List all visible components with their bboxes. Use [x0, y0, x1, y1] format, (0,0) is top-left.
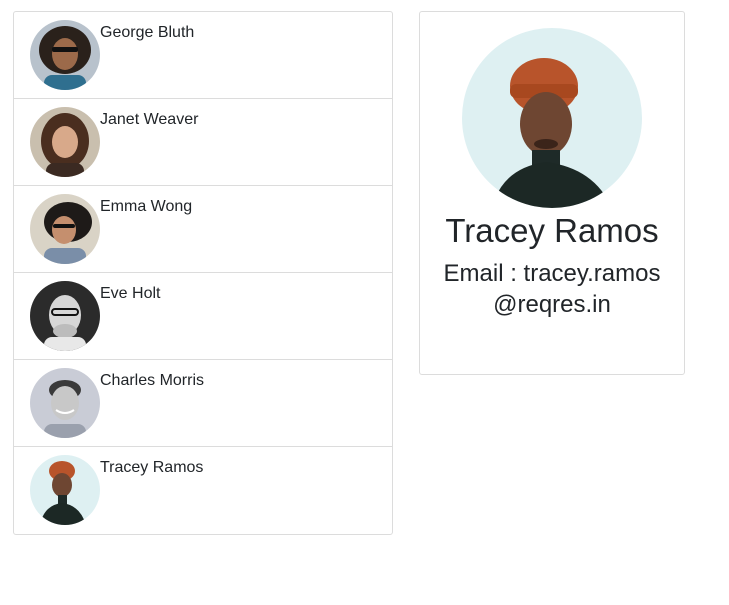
user-list-item-janet-weaver[interactable]: Janet Weaver [14, 99, 392, 186]
user-list-item-tracey-ramos[interactable]: Tracey Ramos [14, 447, 392, 534]
selected-user-email: Email : tracey.ramos@reqres.in [434, 258, 670, 320]
user-detail-card: Tracey Ramos Email : tracey.ramos@reqres… [419, 11, 685, 375]
avatar [30, 194, 100, 264]
email-value: tracey.ramos@reqres.in [493, 260, 661, 318]
avatar [30, 107, 100, 177]
user-name: Janet Weaver [100, 111, 199, 128]
avatar [30, 368, 100, 438]
avatar [462, 28, 642, 208]
user-name: George Bluth [100, 24, 195, 41]
user-list-item-eve-holt[interactable]: Eve Holt [14, 273, 392, 360]
user-list-item-emma-wong[interactable]: Emma Wong [14, 186, 392, 273]
selected-user-name: Tracey Ramos [445, 212, 659, 249]
avatar [30, 281, 100, 351]
avatar [30, 455, 100, 525]
user-list: George Bluth Janet Weaver Emma Wong Eve … [13, 11, 393, 535]
user-name: Emma Wong [100, 198, 193, 215]
user-list-item-charles-morris[interactable]: Charles Morris [14, 360, 392, 447]
user-list-item-george-bluth[interactable]: George Bluth [14, 12, 392, 99]
user-name: Tracey Ramos [100, 459, 204, 476]
avatar [30, 20, 100, 90]
user-name: Eve Holt [100, 285, 161, 302]
user-name: Charles Morris [100, 372, 205, 389]
email-label: Email : [443, 260, 517, 287]
